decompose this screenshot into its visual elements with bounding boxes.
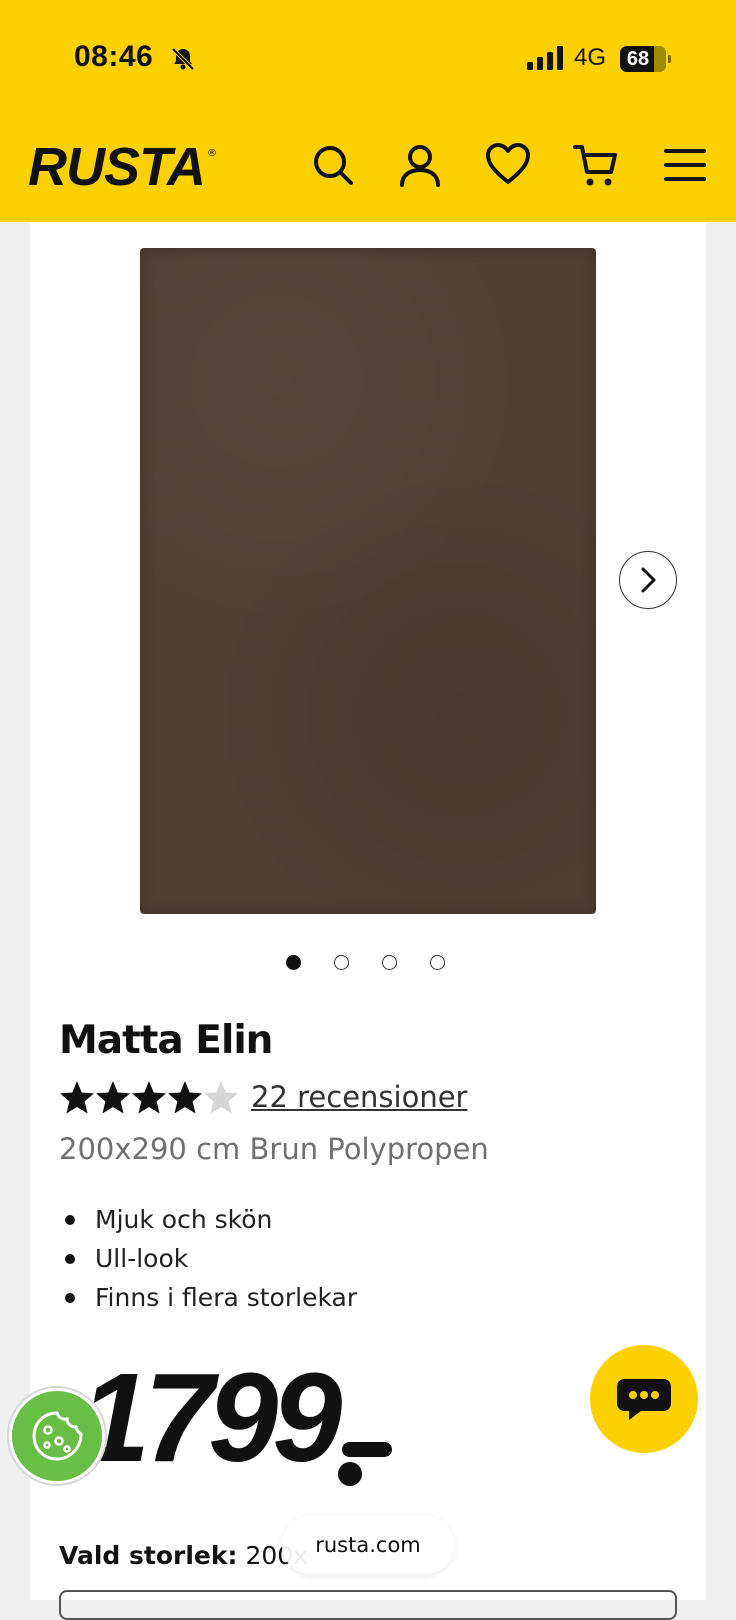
price-dot — [338, 1462, 362, 1486]
next-image-button[interactable] — [619, 551, 677, 609]
chat-bubble-icon — [617, 1379, 671, 1420]
feature-item: Mjuk och skön — [64, 1200, 357, 1239]
product-image[interactable] — [140, 248, 596, 914]
battery-level: 68 — [626, 48, 650, 70]
star-icon — [132, 1081, 166, 1114]
header-bar: 08:46 4G 68 RUSTA ® — [0, 0, 736, 222]
bell-muted-icon — [171, 47, 195, 71]
status-time: 08:46 — [74, 40, 154, 73]
selected-size: Vald storlek: 200x — [59, 1541, 308, 1570]
network-type: 4G — [574, 44, 607, 71]
rusta-logo[interactable]: RUSTA — [28, 136, 206, 198]
star-icon — [168, 1081, 202, 1114]
feature-list: Mjuk och skön Ull-look Finns i flera sto… — [59, 1200, 357, 1317]
gallery-dot-3[interactable] — [382, 955, 397, 970]
feature-item: Finns i flera storlekar — [64, 1278, 357, 1317]
gallery-dot-4[interactable] — [430, 955, 445, 970]
registered-mark: ® — [207, 148, 217, 159]
price-dash — [342, 1442, 392, 1457]
account-icon[interactable] — [397, 142, 443, 188]
battery-indicator: 68 — [620, 46, 671, 72]
size-select[interactable] — [59, 1590, 677, 1620]
star-half-icon — [204, 1081, 238, 1114]
browser-url-bar[interactable]: rusta.com — [282, 1516, 454, 1574]
reviews-link[interactable]: 22 recensioner — [251, 1080, 467, 1114]
menu-icon[interactable] — [662, 142, 708, 188]
product-title: Matta Elin — [59, 1018, 273, 1063]
star-icon — [96, 1081, 130, 1114]
star-icon — [60, 1081, 94, 1114]
product-subtitle: 200x290 cm Brun Polypropen — [59, 1132, 489, 1166]
cookie-icon — [32, 1411, 83, 1461]
gallery-dot-2[interactable] — [334, 955, 349, 970]
url-text: rusta.com — [315, 1533, 421, 1557]
signal-icon — [527, 46, 563, 70]
heart-icon[interactable] — [485, 142, 531, 188]
feature-item: Ull-look — [64, 1239, 357, 1278]
search-icon[interactable] — [310, 142, 356, 188]
cookie-settings-button[interactable] — [9, 1388, 105, 1484]
cart-icon[interactable] — [573, 142, 619, 188]
gallery-dot-1[interactable] — [286, 955, 301, 970]
product-price: 1799 — [80, 1347, 342, 1488]
size-label: Vald storlek: — [59, 1541, 238, 1570]
rating-stars — [60, 1081, 238, 1114]
chat-button[interactable] — [590, 1345, 698, 1453]
chevron-right-icon — [641, 567, 656, 593]
